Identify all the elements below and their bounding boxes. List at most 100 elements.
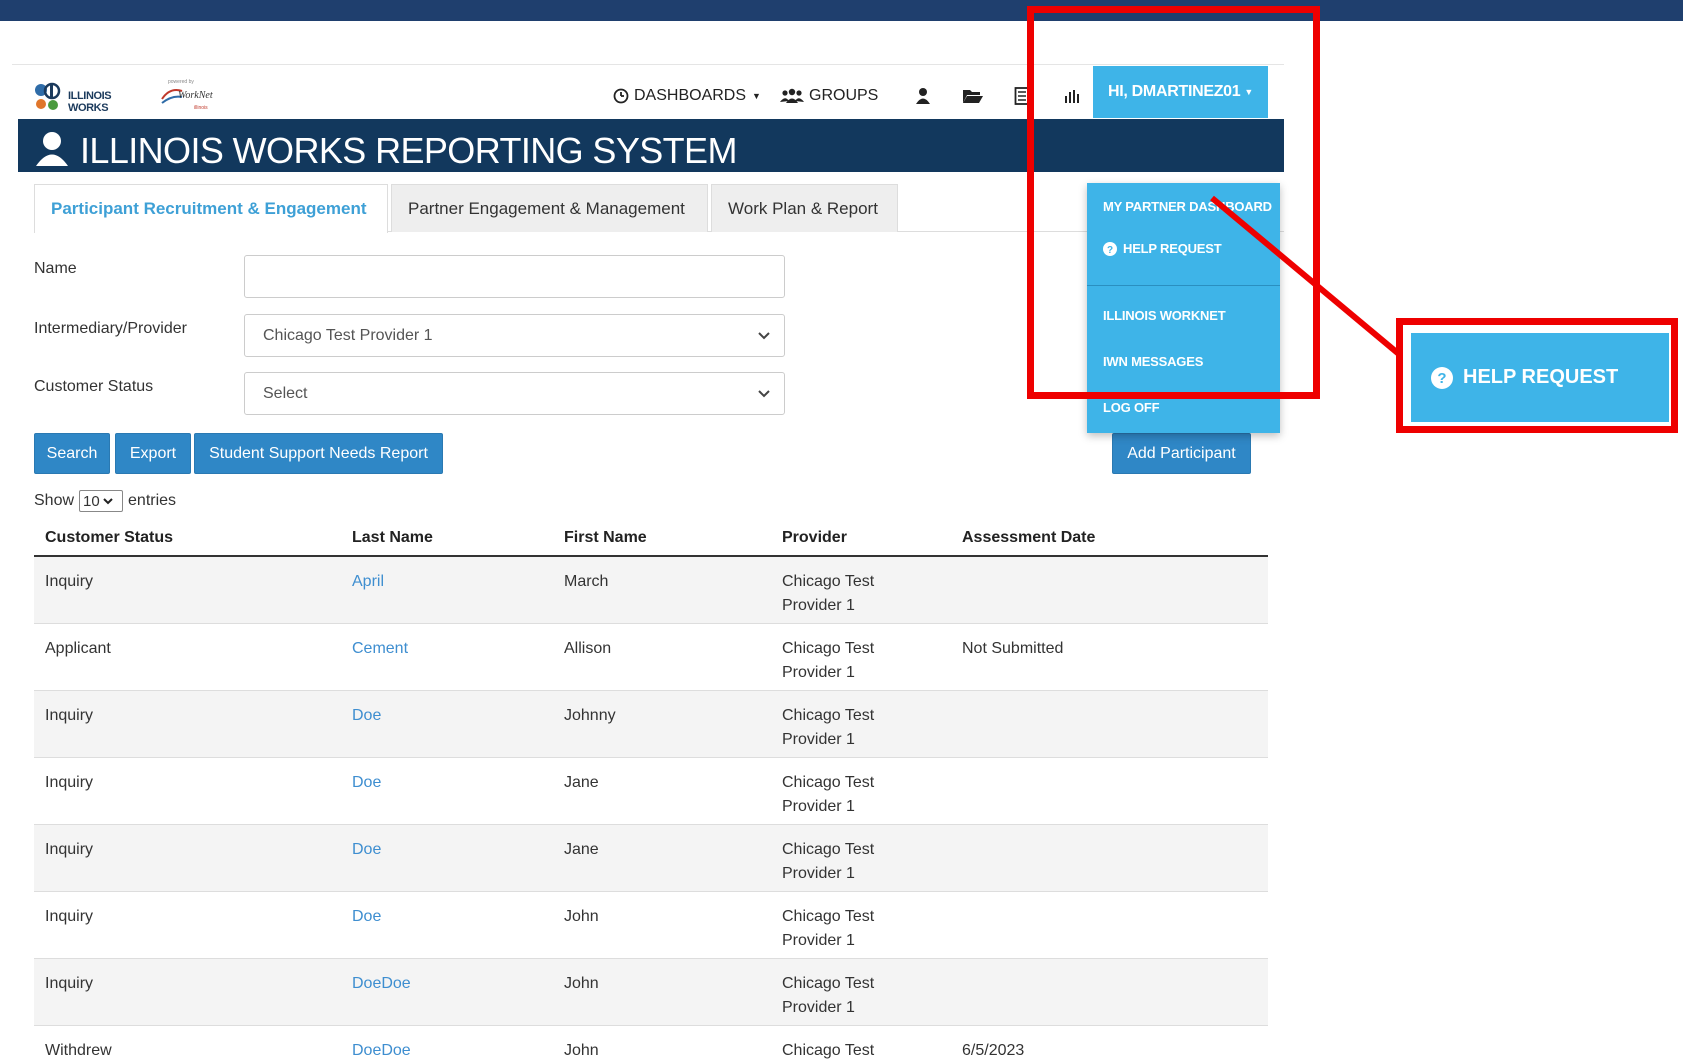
cell-customer-status: Inquiry <box>45 707 94 724</box>
tab-work-plan[interactable]: Work Plan & Report <box>711 184 898 232</box>
cell-first-name: March <box>564 573 609 590</box>
cell-provider: Chicago Test Provider 1 <box>782 771 892 819</box>
menu-item-log-off[interactable]: LOG OFF <box>1103 400 1160 415</box>
cell-first-name: Allison <box>564 640 612 657</box>
provider-select[interactable]: Chicago Test Provider 1 <box>244 314 785 357</box>
chevron-down-icon <box>758 332 770 340</box>
cell-last-name-link[interactable]: Doe <box>352 771 381 795</box>
cell-first-name: John <box>564 975 599 992</box>
cell-customer-status: Inquiry <box>45 573 94 590</box>
users-group-icon <box>780 88 804 103</box>
caret-down-icon: ▼ <box>752 91 761 101</box>
column-header-assessment-date[interactable]: Assessment Date <box>962 529 1095 547</box>
cell-provider-line2: Provider 1 <box>782 798 855 815</box>
illinois-works-logo-icon <box>35 82 61 110</box>
column-header-first-name[interactable]: First Name <box>564 529 647 547</box>
cell-provider: Chicago Test Provider 1 <box>782 704 892 752</box>
entries-control: Show 10 entries <box>34 490 176 512</box>
column-header-customer-status[interactable]: Customer Status <box>45 529 173 547</box>
cell-first-name: John <box>564 1042 599 1059</box>
add-participant-button[interactable]: Add Participant <box>1112 433 1251 474</box>
cell-last-name-link[interactable]: April <box>352 570 384 594</box>
nav-groups[interactable]: GROUPS <box>780 85 878 107</box>
cell-provider: Chicago Test <box>782 1039 892 1063</box>
worknet-sub-text: illinois <box>194 105 208 111</box>
cell-customer-status: Inquiry <box>45 774 94 791</box>
cell-customer-status: Applicant <box>45 640 111 657</box>
page-title: ILLINOIS WORKS REPORTING SYSTEM <box>80 130 737 171</box>
student-support-report-button[interactable]: Student Support Needs Report <box>194 433 443 474</box>
cell-provider-line1: Chicago Test <box>782 975 875 992</box>
cell-provider-line2: Provider 1 <box>782 731 855 748</box>
nav-dashboards[interactable]: DASHBOARDS ▼ <box>613 85 761 107</box>
provider-select-value: Chicago Test Provider 1 <box>263 326 433 344</box>
cell-provider-line2: Provider 1 <box>782 865 855 882</box>
column-header-provider[interactable]: Provider <box>782 529 847 547</box>
help-request-callout-label: HELP REQUEST <box>1463 366 1619 388</box>
cell-last-name-link[interactable]: DoeDoe <box>352 972 411 996</box>
illinois-works-logo[interactable]: ILLINOIS WORKS <box>32 79 152 115</box>
table-row: Withdrew DoeDoe John 6/5/2023 Chicago Test <box>34 1026 1268 1064</box>
question-circle-icon: ? <box>1431 366 1453 389</box>
cell-provider-line1: Chicago Test <box>782 707 875 724</box>
cell-last-name-link[interactable]: Cement <box>352 637 408 661</box>
cell-customer-status: Inquiry <box>45 975 94 992</box>
cell-first-name: John <box>564 908 599 925</box>
cell-customer-status: Inquiry <box>45 841 94 858</box>
table-row: Inquiry Doe Johnny Chicago Test Provider 1 <box>34 691 1268 758</box>
table-body: Inquiry April March Chicago Test Provider 1A… <box>34 557 1268 1064</box>
nav-groups-label: GROUPS <box>809 87 879 104</box>
tab-partner-engagement[interactable]: Partner Engagement & Management <box>391 184 708 232</box>
show-label: Show <box>34 492 75 509</box>
cell-provider-line1: Chicago Test <box>782 573 875 590</box>
cell-provider-line2: Provider 1 <box>782 664 855 681</box>
entries-select[interactable]: 10 <box>79 490 124 512</box>
cell-last-name-link[interactable]: Doe <box>352 838 381 862</box>
cell-provider-line2: Provider 1 <box>782 597 855 614</box>
table-row: Inquiry Doe Jane Chicago Test Provider 1 <box>34 758 1268 825</box>
customer-status-select[interactable]: Select <box>244 372 785 415</box>
illinois-works-logo-text: ILLINOIS WORKS <box>68 90 112 114</box>
name-input[interactable] <box>244 255 785 298</box>
svg-text:?: ? <box>1437 370 1446 387</box>
entries-suffix: entries <box>128 492 177 509</box>
table-row: Inquiry Doe Jane Chicago Test Provider 1 <box>34 825 1268 892</box>
cell-provider-line1: Chicago Test <box>782 1042 875 1059</box>
table-row: Applicant Cement Allison Not Submitted Chica… <box>34 624 1268 691</box>
cell-provider: Chicago Test Provider 1 <box>782 838 892 886</box>
provider-label: Intermediary/Provider <box>34 320 187 337</box>
customer-status-select-value: Select <box>263 384 308 402</box>
customer-status-label: Customer Status <box>34 378 154 395</box>
table-row: Inquiry DoeDoe John Chicago Test Provider 1 <box>34 959 1268 1026</box>
cell-last-name-link[interactable]: Doe <box>352 905 381 929</box>
entries-value: 10 <box>83 492 100 510</box>
tab-participant-recruitment[interactable]: Participant Recruitment & Engagement <box>34 184 388 233</box>
cell-last-name-link[interactable]: Doe <box>352 704 381 728</box>
help-request-callout: ? HELP REQUEST <box>1396 318 1678 433</box>
nav-files[interactable] <box>962 85 984 107</box>
help-request-callout-button[interactable]: ? HELP REQUEST <box>1411 333 1669 422</box>
cell-assessment-date: 6/5/2023 <box>962 1042 1025 1059</box>
worknet-logo-text: WorkNet <box>178 90 213 101</box>
cell-provider-line1: Chicago Test <box>782 908 875 925</box>
table-row: Inquiry Doe John Chicago Test Provider 1 <box>34 892 1268 959</box>
search-button[interactable]: Search <box>34 433 110 474</box>
cell-first-name: Jane <box>564 774 599 791</box>
cell-last-name-link[interactable]: DoeDoe <box>352 1039 411 1063</box>
table-header: Customer Status Last Name First Name Pro… <box>34 521 1268 557</box>
cell-provider-line1: Chicago Test <box>782 841 875 858</box>
worknet-logo[interactable]: powered by WorkNet illinois <box>160 79 238 115</box>
nav-profile[interactable] <box>915 85 931 107</box>
name-label: Name <box>34 260 77 277</box>
cell-provider: Chicago Test Provider 1 <box>782 637 892 685</box>
folder-open-icon <box>963 90 983 103</box>
person-icon <box>36 132 68 166</box>
table-row: Inquiry April March Chicago Test Provider 1 <box>34 557 1268 624</box>
dashboard-gauge-icon <box>613 88 629 104</box>
cell-provider-line2: Provider 1 <box>782 932 855 949</box>
cell-provider: Chicago Test Provider 1 <box>782 905 892 953</box>
cell-customer-status: Inquiry <box>45 908 94 925</box>
column-header-last-name[interactable]: Last Name <box>352 529 433 547</box>
export-button[interactable]: Export <box>115 433 191 474</box>
cell-assessment-date: Not Submitted <box>962 640 1064 657</box>
